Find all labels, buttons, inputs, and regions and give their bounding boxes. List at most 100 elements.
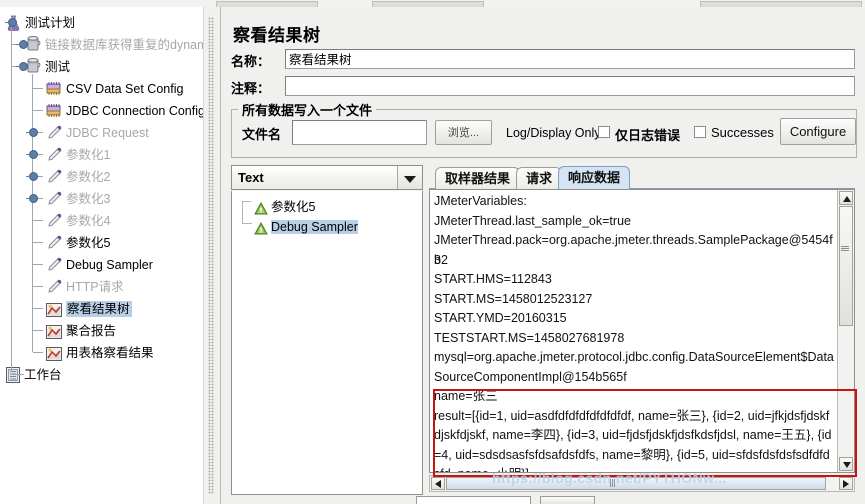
response-line: JMeterVariables: [434,194,527,208]
sampler-tree-item[interactable]: 参数化5 [232,197,422,217]
tree-expand-handle[interactable] [16,62,28,71]
listener-icon [46,302,62,317]
thread-group-icon [26,36,41,53]
successes-checkbox[interactable] [694,126,706,138]
comment-input[interactable] [285,76,855,96]
browse-button[interactable]: 浏览... [435,120,492,145]
errors-only-label[interactable]: 仅日志错误 [615,125,680,144]
config-element-icon [46,81,62,96]
tree-expand-handle[interactable] [26,150,38,159]
sampler-result-tree[interactable]: 参数化5 Debug Sampler [231,191,423,495]
response-line: SourceComponentImpl@154b565f [434,369,627,384]
result-tabs[interactable]: 取样器结果 请求 响应数据 [429,165,855,189]
tree-node-label: 参数化4 [66,213,111,228]
tree-node[interactable]: 测试计划 [0,11,203,33]
tree-node-label: 工作台 [24,367,62,382]
config-element-icon [46,103,62,118]
tab-0[interactable]: 取样器结果 [435,167,521,189]
response-line: b2 [434,252,448,267]
result-detail-pane: 取样器结果 请求 响应数据 JMeterVariables: JMeterThread… [429,165,855,495]
comment-label: 注释： [231,81,271,96]
errors-only-checkbox[interactable] [598,126,610,138]
partial-input[interactable] [416,496,531,504]
name-row: 名称： 察看结果树 [231,49,855,71]
log-display-only-label: Log/Display Only: [506,126,604,140]
response-vertical-scrollbar[interactable] [837,190,854,472]
tree-node-label: HTTP请求 [66,279,124,294]
scroll-down-icon[interactable] [839,457,853,471]
tab-label: 响应数据 [568,170,621,185]
tree-expand-handle[interactable] [5,18,17,27]
tree-expand-handle[interactable] [16,40,28,49]
vertical-scroll-thumb[interactable] [839,206,853,326]
tree-node[interactable]: 察看结果树 [0,297,203,319]
tree-connector [33,330,43,331]
tree-node[interactable]: 链接数据库获得重复的dynamic - [0,33,203,55]
tree-node[interactable]: 聚合报告 [0,319,203,341]
tree-expand-handle[interactable] [26,172,38,181]
test-plan-tree-panel[interactable]: 测试计划链接数据库获得重复的dynamic - 测试 CSV Data Set Co… [0,7,203,504]
splitter-grip [208,17,214,494]
response-data-textarea[interactable]: JMeterVariables: JMeterThread.last_sample… [429,189,855,473]
renderer-select[interactable]: Text [231,165,423,190]
tab-label: 请求 [526,171,553,186]
sampler-icon [46,125,62,141]
jmeter-window: 测试计划链接数据库获得重复的dynamic - 测试 CSV Data Set Co… [0,0,865,504]
tree-connector [33,242,43,243]
tree-node[interactable]: CSV Data Set Config [0,77,203,99]
name-label: 名称： [231,54,271,69]
tree-node[interactable]: 参数化5 [0,231,203,253]
tab-1[interactable]: 请求 [516,167,563,189]
tree-connector [33,88,43,89]
tree-node[interactable]: HTTP请求 [0,275,203,297]
filename-input[interactable] [292,120,427,145]
sampler-tree-item[interactable]: Debug Sampler [232,217,422,237]
scroll-up-icon[interactable] [839,191,853,205]
tree-expand-handle[interactable] [26,128,38,137]
renderer-select-value: Text [238,170,264,185]
scroll-left-icon[interactable] [431,477,445,490]
tree-node-label: Debug Sampler [66,257,153,272]
tree-node[interactable]: 用表格察看结果 [0,341,203,363]
group-title: 所有数据写入一个文件 [238,100,377,119]
tree-connector [33,352,43,353]
tab-2[interactable]: 响应数据 [558,166,631,189]
sampler-tree-connector [242,201,252,224]
sampler-icon [46,147,62,163]
main-splitter[interactable] [203,7,221,504]
partial-button[interactable] [540,496,595,504]
sampler-icon [46,169,62,185]
chevron-down-icon[interactable] [397,166,422,189]
tree-connector [12,374,24,375]
tree-node-label: 参数化1 [66,147,111,162]
successes-label[interactable]: Successes [711,125,774,140]
tree-node[interactable]: 工作台 [0,363,203,385]
tree-node[interactable]: 参数化4 [0,209,203,231]
warning-icon [254,221,268,235]
listener-config-panel: 察看结果树 名称： 察看结果树 注释： 所有数据写入一个文件 文件名 浏览...… [220,7,865,504]
tree-expand-handle[interactable] [26,194,38,203]
sampler-icon [46,279,62,295]
sampler-tree-connector-2 [242,201,251,202]
tree-connector [11,24,12,372]
tree-node-label: JDBC Connection Configurat [66,103,203,118]
tree-node-label: CSV Data Set Config [66,81,184,96]
tree-node[interactable]: 测试 [0,55,203,77]
tree-connector [32,74,33,352]
tree-node-label: 参数化3 [66,191,111,206]
tree-node-label: 测试 [45,59,71,74]
warning-icon [254,201,268,215]
tree-node[interactable]: Debug Sampler [0,253,203,275]
tree-connector [33,264,43,265]
sampler-icon [46,257,62,273]
tree-node-label: 参数化5 [66,235,111,250]
tab-label: 取样器结果 [445,171,511,186]
response-line: name=张三 [434,389,498,403]
scroll-right-icon[interactable] [839,477,853,490]
response-data-text: JMeterVariables: JMeterThread.last_sample… [434,192,836,472]
response-line: START.YMD=20160315 [434,311,567,325]
tree-node[interactable]: JDBC Connection Configurat [0,99,203,121]
configure-button[interactable]: Configure [780,118,856,145]
response-line: TESTSTART.MS=1458027681978 [434,330,625,345]
name-input[interactable]: 察看结果树 [285,49,855,69]
